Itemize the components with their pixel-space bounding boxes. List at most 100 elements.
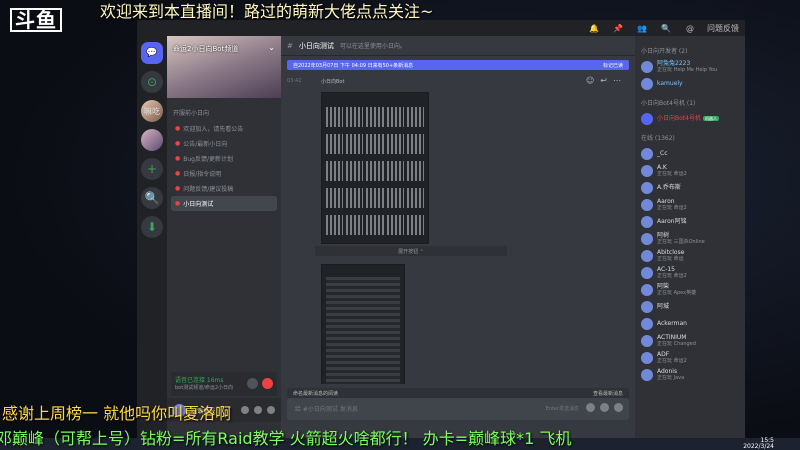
member-name: A.乔布斯 — [657, 183, 681, 191]
member-status: 正在玩 三国杀Online — [657, 238, 705, 245]
calendar-image-attachment[interactable] — [321, 92, 429, 244]
table-image-attachment[interactable] — [321, 264, 405, 384]
disconnect-icon[interactable] — [262, 378, 273, 389]
avatar — [641, 164, 653, 177]
pin-icon[interactable]: 📌 — [611, 24, 625, 33]
explore-servers-icon[interactable]: 🔍 — [141, 187, 163, 209]
more-options-icon[interactable]: ⋯ — [613, 76, 621, 85]
member-status: 正在玩 Apex英雄 — [657, 289, 697, 296]
member-status: 正在玩 命运2 — [657, 272, 687, 279]
member-item[interactable]: A.乔布斯 — [641, 179, 739, 196]
channel-item-test[interactable]: ● 小日向测试 — [171, 196, 277, 211]
expand-button[interactable]: 展开按钮 ⌃ — [315, 246, 507, 256]
clock-date: 2022/3/24 — [743, 443, 774, 450]
member-item[interactable]: Ackerman — [641, 315, 739, 332]
gif-icon[interactable] — [600, 403, 609, 412]
member-item[interactable]: kamuely — [641, 75, 739, 92]
member-status: 正在玩 命运2 — [657, 357, 687, 364]
member-list-icon[interactable]: 👥 — [635, 24, 649, 33]
member-status: 正在玩 Help Me Help You — [657, 66, 718, 73]
member-status: 正在玩 Java — [657, 374, 685, 381]
channel-hash-icon: # — [287, 41, 293, 50]
avatar — [641, 112, 653, 125]
avatar — [641, 283, 653, 296]
message-actions: ☺ ↩ ⋯ — [586, 76, 621, 85]
search-icon[interactable]: 🔍 — [659, 24, 673, 33]
member-item[interactable]: 小日向Bot4号机 机器人 — [641, 110, 739, 127]
member-status: 正在玩 命运2 — [657, 170, 687, 177]
channel-emoji-icon: ● — [175, 140, 181, 147]
member-item[interactable]: Aaron阿铭 — [641, 213, 739, 230]
emoji-icon[interactable] — [614, 403, 623, 412]
member-item[interactable]: 阿柴 正在玩 Apex英雄 — [641, 281, 739, 298]
avatar — [641, 60, 653, 73]
download-icon[interactable]: ⬇ — [141, 216, 163, 238]
member-status: 正在玩 命运2 — [657, 204, 687, 211]
avatar — [641, 300, 653, 313]
channel-item-welcome[interactable]: ● 欢迎加入，请先看公告 — [171, 121, 277, 136]
member-item[interactable]: ADF 正在玩 命运2 — [641, 349, 739, 366]
view-latest-button[interactable]: 查看最新消息 — [593, 390, 623, 397]
new-messages-banner[interactable]: 自2022年03月07日 下午 04:09 日来有50+条新消息 标记已读 — [287, 60, 629, 70]
member-status: 正在玩 Changed — [657, 340, 696, 347]
reply-icon[interactable]: ↩ — [600, 76, 607, 85]
home-server-icon[interactable]: 💬 — [141, 42, 163, 64]
mark-read-button[interactable]: 标记已读 — [603, 62, 623, 69]
channel-item-bug-feedback[interactable]: ● Bug反馈/更新计划 — [171, 151, 277, 166]
channel-emoji-icon: ● — [175, 200, 181, 207]
member-item[interactable]: 阿树 正在玩 三国杀Online — [641, 230, 739, 247]
gift-icon[interactable] — [586, 403, 595, 412]
server-icon-guild[interactable]: 嘛吃 — [141, 100, 163, 122]
channel-title: 小日向测试 — [298, 41, 334, 50]
server-icon-selected[interactable] — [141, 129, 163, 151]
server-list: 💬 ⊙ 嘛吃 + 🔍 ⬇ — [137, 36, 167, 440]
avatar — [641, 77, 653, 90]
channel-item-announcements[interactable]: ● 公告/最新小日向 — [171, 136, 277, 151]
gear-icon[interactable] — [267, 406, 275, 414]
avatar — [641, 249, 653, 262]
headphones-icon[interactable] — [254, 406, 262, 414]
guild-banner[interactable]: 命运2小日向Bot频道 ⌄ — [167, 36, 281, 98]
member-item[interactable]: _Cc — [641, 145, 739, 162]
avatar — [641, 232, 653, 245]
message-timestamp: 03:42 — [287, 78, 302, 84]
notification-bell-icon[interactable]: 🔔 — [587, 24, 601, 33]
avatar — [641, 181, 653, 194]
chat-header: # 小日向测试 可以在这里使用小日向。 — [281, 36, 635, 56]
discord-window: 🔔 📌 👥 🔍 @ 问题反馈 💬 ⊙ 嘛吃 + 🔍 ⬇ 命运2小日向Bot频道 … — [137, 20, 745, 440]
member-item[interactable]: 阿城 — [641, 298, 739, 315]
member-name: Ackerman — [657, 319, 687, 327]
mentions-icon[interactable]: @ — [683, 24, 697, 33]
member-item[interactable]: ACTINIUM 正在玩 Changed — [641, 332, 739, 349]
emoji-reaction-icon[interactable]: ☺ — [586, 76, 594, 85]
message-composer[interactable]: 给 #小日向测试 发消息 Enter发送消息 — [287, 398, 629, 420]
member-item[interactable]: AC-15 正在玩 命运2 — [641, 264, 739, 281]
stream-promo-overlay: 邓巅峰（可帮上号）钻粉=所有Raid教学 火箭超火啥都行！ 办卡=巅峰球*1 飞… — [0, 429, 572, 448]
member-item[interactable]: Aaron 正在玩 命运2 — [641, 196, 739, 213]
channel-category[interactable]: 开服前小日向 — [171, 104, 277, 121]
feedback-button[interactable]: 问题反馈 — [707, 23, 739, 34]
channel-emoji-icon: ● — [175, 185, 181, 192]
add-server-icon[interactable]: + — [141, 158, 163, 180]
channel-item-daily[interactable]: ● 日报/指令说明 — [171, 166, 277, 181]
microphone-icon[interactable] — [241, 406, 249, 414]
member-item[interactable]: A.K 正在玩 命运2 — [641, 162, 739, 179]
guild-name: 命运2小日向Bot频道 — [173, 45, 239, 53]
bot-badge: 机器人 — [702, 115, 719, 121]
member-name: 阿城 — [657, 302, 670, 310]
channel-emoji-icon: ● — [175, 125, 181, 132]
server-icon-alpha[interactable]: ⊙ — [141, 71, 163, 93]
voice-settings-icon[interactable] — [247, 378, 258, 389]
window-titlebar: 🔔 📌 👥 🔍 @ 问题反馈 — [137, 20, 745, 36]
member-item[interactable]: Abitclose 正在玩 命运 — [641, 247, 739, 264]
new-messages-text: 自2022年03月07日 下午 04:09 日来有50+条新消息 — [293, 62, 414, 69]
stream-thanks-overlay: 感谢上周榜一 就他吗你叫夏洛啊 — [2, 404, 232, 423]
member-item[interactable]: 阿兔兔2223 正在玩 Help Me Help You — [641, 58, 739, 75]
composer-hint: Enter发送消息 — [545, 406, 579, 412]
chevron-down-icon[interactable]: ⌄ — [268, 43, 275, 52]
channel-topic: 可以在这里使用小日向。 — [339, 43, 406, 50]
member-item[interactable]: Adonis 正在玩 Java — [641, 366, 739, 383]
reply-bar-text: 命名最新消息的阅读 — [293, 390, 339, 397]
channel-item-suggestions[interactable]: ● 问题反馈/建议投稿 — [171, 181, 277, 196]
message-author[interactable]: 小日向Bot — [321, 78, 344, 85]
